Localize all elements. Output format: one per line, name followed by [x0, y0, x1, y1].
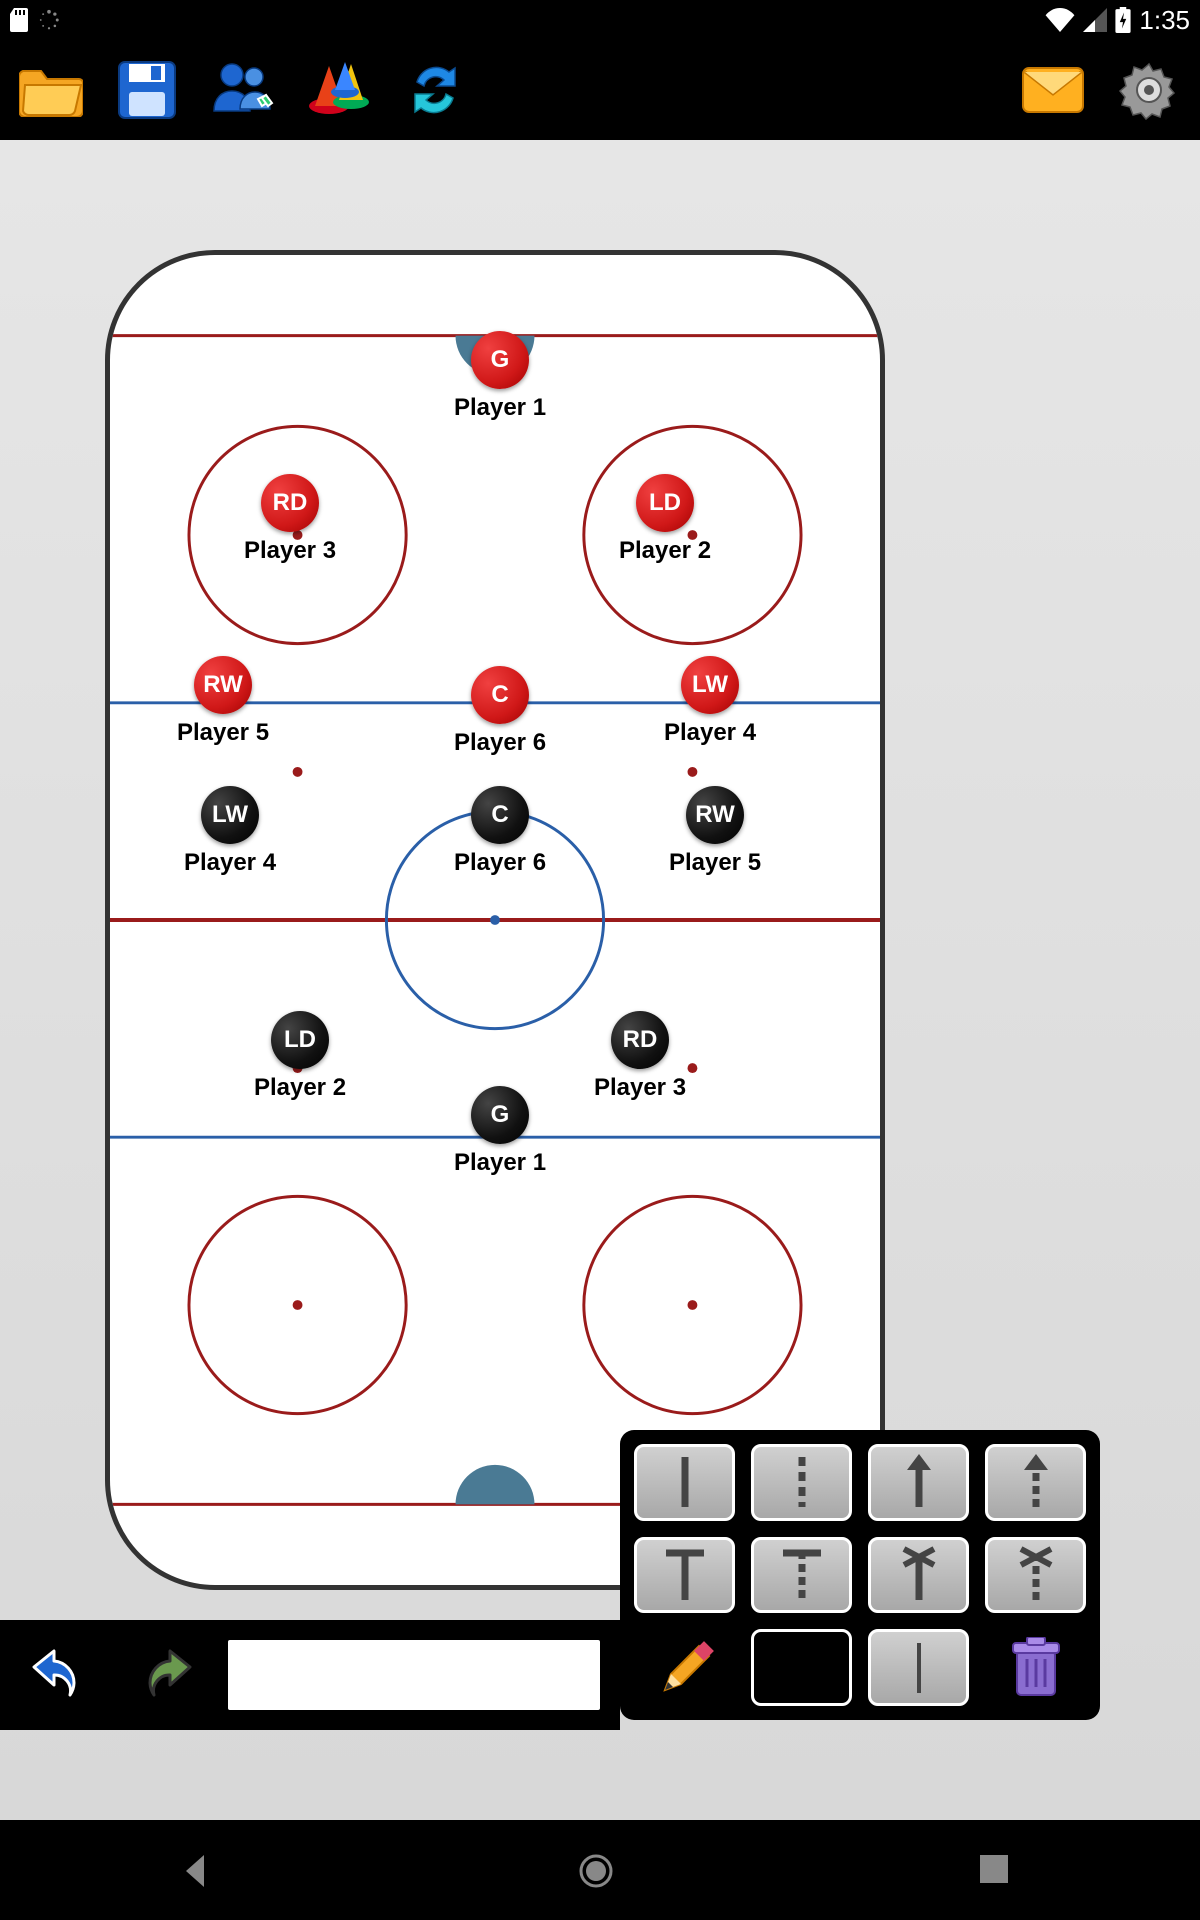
- cell-signal-icon: [1083, 8, 1107, 32]
- player-label: Player 2: [254, 1074, 346, 1102]
- drawing-tool-panel: [620, 1430, 1100, 1720]
- tool-line-dashed[interactable]: [751, 1444, 852, 1521]
- hockey-rink[interactable]: G Player 1 RD Player 3 LD Player 2 RW Player 5 C…: [105, 250, 885, 1590]
- nav-recent-button[interactable]: [976, 1851, 1024, 1899]
- tool-arrow-dashed-x[interactable]: [985, 1537, 1086, 1614]
- player-label: Player 3: [244, 537, 336, 565]
- tool-line-solid[interactable]: [634, 1444, 735, 1521]
- tool-arrow-solid[interactable]: [868, 1444, 969, 1521]
- rink-markings: [110, 255, 880, 1585]
- tool-rect[interactable]: [751, 1629, 852, 1706]
- player-label: Player 5: [669, 849, 761, 877]
- player-token-red-rd[interactable]: RD: [261, 474, 319, 532]
- open-button[interactable]: [16, 55, 86, 125]
- player-token-black-g[interactable]: G: [471, 1086, 529, 1144]
- player-label: Player 3: [594, 1074, 686, 1102]
- cones-button[interactable]: [304, 55, 374, 125]
- player-label: Player 1: [454, 1149, 546, 1177]
- player-label: Player 4: [184, 849, 276, 877]
- status-time: 1:35: [1139, 5, 1190, 36]
- player-token-red-ld[interactable]: LD: [636, 474, 694, 532]
- tool-pencil[interactable]: [634, 1629, 735, 1706]
- tool-line-solid-t[interactable]: [634, 1537, 735, 1614]
- nav-back-button[interactable]: [176, 1851, 224, 1899]
- tool-arrow-dashed[interactable]: [985, 1444, 1086, 1521]
- spinner-icon: [38, 9, 60, 31]
- nav-home-button[interactable]: [576, 1851, 624, 1899]
- sync-button[interactable]: [400, 55, 470, 125]
- bottom-edit-bar: [0, 1620, 620, 1730]
- player-label: Player 4: [664, 719, 756, 747]
- canvas-area[interactable]: G Player 1 RD Player 3 LD Player 2 RW Player 5 C…: [0, 140, 1200, 1820]
- redo-button[interactable]: [124, 1635, 204, 1715]
- player-token-red-g[interactable]: G: [471, 331, 529, 389]
- android-status-bar: 1:35: [0, 0, 1200, 40]
- text-input[interactable]: [228, 1640, 600, 1710]
- player-token-black-lw[interactable]: LW: [201, 786, 259, 844]
- top-toolbar: [0, 40, 1200, 140]
- player-label: Player 2: [619, 537, 711, 565]
- players-button[interactable]: [208, 55, 278, 125]
- android-nav-bar: [0, 1830, 1200, 1920]
- player-token-black-rd[interactable]: RD: [611, 1011, 669, 1069]
- tool-line-dashed-t[interactable]: [751, 1537, 852, 1614]
- player-token-red-rw[interactable]: RW: [194, 656, 252, 714]
- player-token-red-lw[interactable]: LW: [681, 656, 739, 714]
- player-label: Player 6: [454, 729, 546, 757]
- player-token-black-c[interactable]: C: [471, 786, 529, 844]
- undo-button[interactable]: [20, 1635, 100, 1715]
- wifi-icon: [1045, 8, 1075, 32]
- player-label: Player 5: [177, 719, 269, 747]
- tool-thin-line[interactable]: [868, 1629, 969, 1706]
- save-button[interactable]: [112, 55, 182, 125]
- player-label: Player 1: [454, 394, 546, 422]
- player-token-black-ld[interactable]: LD: [271, 1011, 329, 1069]
- tool-trash[interactable]: [985, 1629, 1086, 1706]
- sd-card-icon: [10, 8, 30, 32]
- tool-arrow-solid-x[interactable]: [868, 1537, 969, 1614]
- player-label: Player 6: [454, 849, 546, 877]
- player-token-black-rw[interactable]: RW: [686, 786, 744, 844]
- player-token-red-c[interactable]: C: [471, 666, 529, 724]
- battery-charging-icon: [1115, 7, 1131, 33]
- mail-button[interactable]: [1018, 55, 1088, 125]
- settings-button[interactable]: [1114, 55, 1184, 125]
